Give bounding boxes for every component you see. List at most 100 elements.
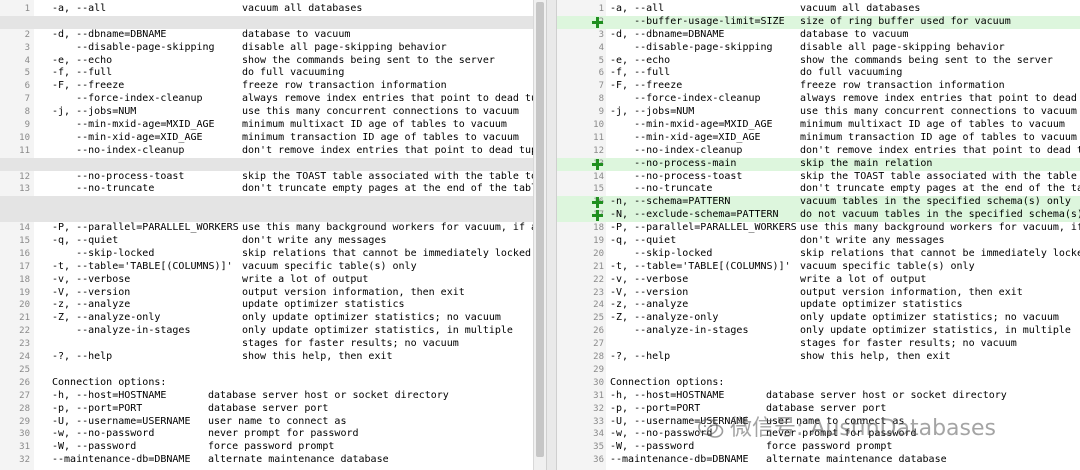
code-line[interactable]: 19 -V, --version output version informatio… [0,287,546,300]
code-line[interactable]: 19 -q, --quiet don't write any messages [557,235,1080,248]
code-line[interactable]: 1 -a, --all vacuum all databases [0,3,546,16]
code-line[interactable]: 5 -e, --echo show the commands being sent … [557,55,1080,68]
diff-added-line[interactable]: 16 -n, --schema=PATTERN vacuum tables in t… [557,196,1080,210]
code-line[interactable]: 8 -j, --jobs=NUM use this many concurrent … [0,106,546,119]
code-line[interactable]: 27 -h, --host=HOSTNAME database server hos… [0,390,546,403]
code-line[interactable]: 14 --no-process-toast skip the TOAST tabl… [557,171,1080,184]
code-line[interactable]: 12 --no-process-toast skip the TOAST tabl… [0,171,546,184]
code-line[interactable]: 24 -z, --analyze update optimizer statisti… [557,299,1080,312]
code-line[interactable]: 31 -h, --host=HOSTNAME database server hos… [557,390,1080,403]
code-line[interactable]: 6 -F, --freeze freeze row transaction info… [0,80,546,93]
code-line[interactable]: 8 --force-index-cleanup always remove ind… [557,93,1080,106]
code-line[interactable]: 32 --maintenance-db=DBNAME alternate maint… [0,454,546,467]
option-text: -Z, --analyze-only [610,312,719,324]
code-line[interactable]: 10 --min-mxid-age=MXID_AGE minimum multix… [557,119,1080,132]
code-line[interactable]: 15 --no-truncate don't truncate empty pag… [557,183,1080,196]
left-scrollbar-thumb[interactable] [536,2,544,457]
code-line[interactable]: 29 [557,364,1080,377]
diff-placeholder-row[interactable] [0,15,546,29]
diff-added-line[interactable]: 13 --no-process-main skip the main relati… [557,157,1080,171]
code-line[interactable]: 7 --force-index-cleanup always remove ind… [0,93,546,106]
code-line[interactable]: 9 -j, --jobs=NUM use this many concurrent … [557,106,1080,119]
code-line[interactable]: 22 -v, --verbose write a lot of output [557,274,1080,287]
option-text: --force-index-cleanup [610,93,761,105]
code-line[interactable]: 16 --skip-locked skip relations that cann… [0,248,546,261]
option-description: user name to connect as [208,415,347,427]
code-line[interactable]: 9 --min-mxid-age=MXID_AGE minimum multixa… [0,119,546,132]
line-number: 21 [19,313,30,324]
code-line[interactable]: 15 -q, --quiet don't write any messages [0,235,546,248]
line-number: 18 [593,223,604,234]
code-line[interactable]: 23 stages for faster results; no vacuum [0,338,546,351]
line-number: 10 [593,120,604,131]
code-line[interactable]: 23 -V, --version output version informatio… [557,287,1080,300]
code-line[interactable]: 6 -f, --full do full vacuuming [557,67,1080,80]
code-line[interactable]: 5 -f, --full do full vacuuming [0,67,546,80]
right-pane[interactable]: 1 -a, --all vacuum all databases 2 --buffer… [557,0,1080,470]
plus-icon [592,158,603,170]
code-line[interactable]: 28 -p, --port=PORT database server port [0,403,546,416]
code-line[interactable]: 3 -d, --dbname=DBNAME database to vacuum [557,29,1080,42]
code-line[interactable]: 20 --skip-locked skip relations that cann… [557,248,1080,261]
option-description: use this many concurrent connections to … [800,106,1077,118]
code-line[interactable]: 35 -W, --password force password prompt [557,441,1080,454]
code-line[interactable]: 29 -U, --username=USERNAME user name to co… [0,416,546,429]
code-line[interactable]: 18 -v, --verbose write a lot of output [0,274,546,287]
line-number: 3 [598,29,604,40]
diff-added-line[interactable]: 2 --buffer-usage-limit=SIZE size of ring … [557,15,1080,29]
code-line[interactable]: 30 Connection options: [557,377,1080,390]
option-text: --no-process-toast [52,170,185,182]
code-line[interactable]: 26 --analyze-in-stages only update optimi… [557,325,1080,338]
option-text: -a, --all [610,3,665,14]
line-number: 22 [593,274,604,285]
code-line[interactable]: 21 -Z, --analyze-only only update optimize… [0,312,546,325]
code-line[interactable]: 31 -W, --password force password prompt [0,441,546,454]
watermark-text: 微信号: AustinDatabases [730,416,996,441]
code-line[interactable]: 11 --no-index-cleanup don't remove index … [0,145,546,158]
code-line[interactable]: 4 -e, --echo show the commands being sent … [0,55,546,68]
line-number: 26 [19,377,30,388]
left-scrollbar[interactable] [533,0,546,470]
diff-placeholder-row[interactable] [0,196,546,210]
code-line[interactable]: 27 stages for faster results; no vacuum [557,338,1080,351]
line-number: 33 [593,416,604,427]
line-number: 8 [598,94,604,105]
code-line[interactable]: 4 --disable-page-skipping disable all pag… [557,42,1080,55]
code-line[interactable]: 1 -a, --all vacuum all databases [557,3,1080,16]
code-line[interactable]: 3 --disable-page-skipping disable all pag… [0,42,546,55]
code-line[interactable]: 36 --maintenance-db=DBNAME alternate maint… [557,454,1080,467]
code-line[interactable]: 24 -?, --help show this help, then exit [0,351,546,364]
code-line[interactable]: 17 -t, --table='TABLE[(COLUMNS)]' vacuum s… [0,261,546,274]
code-line[interactable]: 21 -t, --table='TABLE[(COLUMNS)]' vacuum s… [557,261,1080,274]
code-line[interactable]: 12 --no-index-cleanup don't remove index … [557,145,1080,158]
code-line[interactable]: 7 -F, --freeze freeze row transaction info… [557,80,1080,93]
diff-placeholder-row[interactable] [0,157,546,171]
line-number: 24 [593,300,604,311]
code-line[interactable]: 13 --no-truncate don't truncate empty pag… [0,183,546,196]
code-line[interactable]: 28 -?, --help show this help, then exit [557,351,1080,364]
option-description: force password prompt [766,441,893,453]
code-line[interactable]: 14 -P, --parallel=PARALLEL_WORKERS use thi… [0,222,546,235]
left-pane[interactable]: 1 -a, --all vacuum all databases 2 -d, --dbn… [0,0,546,470]
code-line[interactable]: 22 --analyze-in-stages only update optimi… [0,325,546,338]
code-line[interactable]: 26 Connection options: [0,377,546,390]
line-number: 6 [24,81,30,92]
option-description: database to vacuum [800,28,909,40]
pane-separator[interactable] [546,0,557,470]
diff-added-line[interactable]: 17 -N, --exclude-schema=PATTERN do not vac… [557,209,1080,223]
code-line[interactable]: 2 -d, --dbname=DBNAME database to vacuum [0,29,546,42]
line-number: 28 [593,352,604,363]
code-line[interactable]: 20 -z, --analyze update optimizer statisti… [0,299,546,312]
option-description: show this help, then exit [800,351,951,363]
code-line[interactable]: 30 -w, --no-password never prompt for pass… [0,428,546,441]
code-line[interactable]: 18 -P, --parallel=PARALLEL_WORKERS use thi… [557,222,1080,235]
code-line[interactable]: 25 -Z, --analyze-only only update optimize… [557,312,1080,325]
code-line[interactable]: 11 --min-xid-age=XID_AGE minimum transact… [557,132,1080,145]
line-number: 31 [593,390,604,401]
option-description: show the commands being sent to the serv… [800,54,1053,66]
code-line[interactable]: 10 --min-xid-age=XID_AGE minimum transact… [0,132,546,145]
line-number: 12 [593,145,604,156]
line-number: 19 [19,287,30,298]
code-line[interactable]: 25 [0,364,546,377]
diff-placeholder-row[interactable] [0,209,546,223]
